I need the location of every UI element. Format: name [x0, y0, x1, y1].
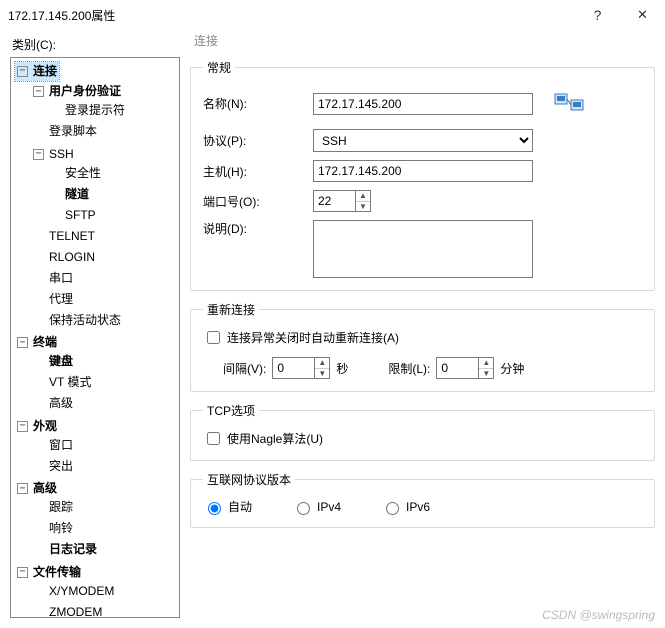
tree-rlogin[interactable]: RLOGIN — [31, 248, 97, 267]
tree-telnet[interactable]: TELNET — [31, 227, 97, 246]
chevron-down-icon[interactable]: ▼ — [479, 368, 493, 378]
general-legend: 常规 — [203, 59, 235, 76]
nagle-checkbox[interactable]: 使用Nagle算法(U) — [203, 429, 642, 448]
ipver-group: 互联网协议版本 自动 IPv4 IPv6 — [190, 471, 655, 528]
name-input[interactable] — [313, 93, 533, 115]
tree-appearance[interactable]: −外观 — [15, 417, 59, 436]
tree-security[interactable]: 安全性 — [47, 164, 103, 183]
port-input[interactable] — [313, 190, 355, 212]
sec-label: 秒 — [336, 360, 348, 377]
minus-icon[interactable]: − — [33, 86, 44, 97]
tree-login-prompt[interactable]: 登录提示符 — [47, 101, 127, 120]
tree-bell[interactable]: 响铃 — [31, 519, 75, 538]
host-input[interactable] — [313, 160, 533, 182]
host-label: 主机(H): — [203, 163, 313, 180]
chevron-up-icon[interactable]: ▲ — [315, 358, 329, 368]
interval-spinner[interactable]: ▲▼ — [272, 357, 330, 379]
minus-icon[interactable]: − — [17, 567, 28, 578]
protocol-select[interactable]: SSH — [313, 129, 533, 152]
minus-icon[interactable]: − — [17, 66, 28, 77]
tree-trace[interactable]: 跟踪 — [31, 498, 75, 517]
category-tree[interactable]: −连接 −用户身份验证 登录提示符 登录脚本 −SSH 安全性 隧道 SFTP — [10, 57, 180, 618]
auto-reconnect-checkbox[interactable]: 连接异常关闭时自动重新连接(A) — [203, 328, 642, 347]
minus-icon[interactable]: − — [17, 421, 28, 432]
desc-label: 说明(D): — [203, 220, 313, 237]
protocol-label: 协议(P): — [203, 132, 313, 149]
chevron-down-icon[interactable]: ▼ — [356, 201, 370, 211]
reconnect-legend: 重新连接 — [203, 301, 259, 318]
tree-logging[interactable]: 日志记录 — [31, 540, 99, 559]
titlebar: 172.17.145.200属性 ? ✕ — [0, 0, 665, 30]
tree-terminal[interactable]: −终端 — [15, 333, 59, 352]
close-button[interactable]: ✕ — [620, 0, 665, 30]
tree-tunnel[interactable]: 隧道 — [47, 185, 91, 204]
tree-advanced1[interactable]: 高级 — [31, 394, 75, 413]
port-label: 端口号(O): — [203, 193, 313, 210]
name-label: 名称(N): — [203, 95, 313, 112]
tree-serial[interactable]: 串口 — [31, 269, 75, 288]
tree-connection[interactable]: −连接 — [15, 62, 59, 81]
minus-icon[interactable]: − — [33, 149, 44, 160]
tree-sftp[interactable]: SFTP — [47, 206, 98, 225]
tree-ssh[interactable]: −SSH — [31, 145, 76, 164]
chevron-up-icon[interactable]: ▲ — [356, 191, 370, 201]
ipver-ipv6-radio[interactable]: IPv6 — [381, 499, 430, 515]
tree-filetransfer[interactable]: −文件传输 — [15, 563, 83, 582]
tree-highlight[interactable]: 突出 — [31, 457, 75, 476]
panel-title: 连接 — [190, 30, 655, 59]
help-button[interactable]: ? — [575, 0, 620, 30]
reconnect-group: 重新连接 连接异常关闭时自动重新连接(A) 间隔(V): ▲▼ 秒 限制(L): — [190, 301, 655, 392]
tree-advanced2[interactable]: −高级 — [15, 479, 59, 498]
tree-proxy[interactable]: 代理 — [31, 290, 75, 309]
window-title: 172.17.145.200属性 — [8, 7, 575, 24]
desc-textarea[interactable] — [313, 220, 533, 278]
general-group: 常规 名称(N): 协议(P): SSH 主机(H): 端口号(O): — [190, 59, 655, 291]
ipver-ipv4-radio[interactable]: IPv4 — [292, 499, 341, 515]
limit-label: 限制(L): — [388, 360, 430, 377]
tcp-legend: TCP选项 — [203, 402, 259, 419]
chevron-down-icon[interactable]: ▼ — [315, 368, 329, 378]
tree-zmodem[interactable]: ZMODEM — [31, 603, 104, 619]
port-spinner[interactable]: ▲▼ — [313, 190, 371, 212]
network-icon — [553, 86, 585, 121]
min-label: 分钟 — [500, 360, 524, 377]
tree-login-script[interactable]: 登录脚本 — [31, 122, 99, 141]
tree-window[interactable]: 窗口 — [31, 436, 75, 455]
tree-keepalive[interactable]: 保持活动状态 — [31, 311, 123, 330]
limit-spinner[interactable]: ▲▼ — [436, 357, 494, 379]
tree-keyboard[interactable]: 键盘 — [31, 352, 75, 371]
ipver-auto-radio[interactable]: 自动 — [203, 498, 252, 515]
chevron-up-icon[interactable]: ▲ — [479, 358, 493, 368]
tcp-group: TCP选项 使用Nagle算法(U) — [190, 402, 655, 461]
interval-label: 间隔(V): — [223, 360, 266, 377]
minus-icon[interactable]: − — [17, 483, 28, 494]
minus-icon[interactable]: − — [17, 337, 28, 348]
category-label: 类别(C): — [12, 36, 180, 53]
tree-vtmode[interactable]: VT 模式 — [31, 373, 93, 392]
tree-user-auth[interactable]: −用户身份验证 — [31, 82, 123, 101]
tree-xymodem[interactable]: X/YMODEM — [31, 582, 116, 601]
ipver-legend: 互联网协议版本 — [203, 471, 295, 488]
